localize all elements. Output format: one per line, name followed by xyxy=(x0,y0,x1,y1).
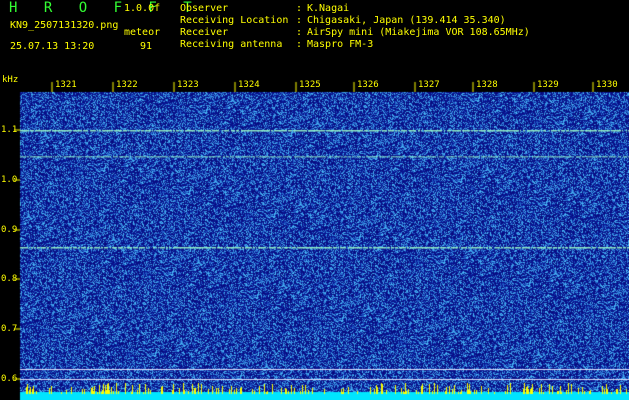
info-separator: : xyxy=(296,3,303,14)
info-separator: : xyxy=(296,15,303,26)
info-separator: : xyxy=(296,27,303,38)
info-label: Receiving Location xyxy=(180,15,289,26)
info-value: Chigasaki, Japan (139.414 35.340) xyxy=(307,15,506,26)
info-value: K.Nagai xyxy=(307,3,350,14)
x-tick-1327: 1327 xyxy=(418,80,440,90)
y-tick-0-8: 0.8 xyxy=(1,274,18,284)
x-tick-1323: 1323 xyxy=(177,80,199,90)
info-value: Maspro FM-3 xyxy=(307,39,374,50)
info-separator: : xyxy=(296,39,303,50)
y-tick-0-7: 0.7 xyxy=(1,324,18,334)
count-value: 91 xyxy=(140,41,153,52)
y-tick-0-6: 0.6 xyxy=(1,374,18,384)
x-tick-1324: 1324 xyxy=(238,80,260,90)
x-tick-1322: 1322 xyxy=(116,80,138,90)
mode-label: meteor xyxy=(124,27,161,38)
y-tick-1-1: 1.1 xyxy=(1,125,18,135)
info-label: Receiving antenna xyxy=(180,39,283,50)
x-tick-1328: 1328 xyxy=(476,80,498,90)
x-tick-1326: 1326 xyxy=(357,80,379,90)
info-label: Receiver xyxy=(180,27,229,38)
info-value: AirSpy mini (Miakejima VOR 108.65MHz) xyxy=(307,27,530,38)
file-name: KN9_2507131320.png xyxy=(10,20,119,31)
x-tick-1321: 1321 xyxy=(55,80,77,90)
spectrogram-canvas xyxy=(0,74,629,400)
y-axis-unit: kHz xyxy=(2,75,19,85)
y-tick-1-0: 1.0 xyxy=(1,175,18,185)
datetime: 25.07.13 13:20 xyxy=(10,41,95,52)
y-tick-0-9: 0.9 xyxy=(1,225,18,235)
app-title: H R O F F T xyxy=(9,0,201,16)
x-tick-1329: 1329 xyxy=(537,80,559,90)
x-tick-1330: 1330 xyxy=(596,80,618,90)
app-version: 1.0.0f xyxy=(124,3,161,14)
info-label: Observer xyxy=(180,3,229,14)
x-tick-1325: 1325 xyxy=(299,80,321,90)
